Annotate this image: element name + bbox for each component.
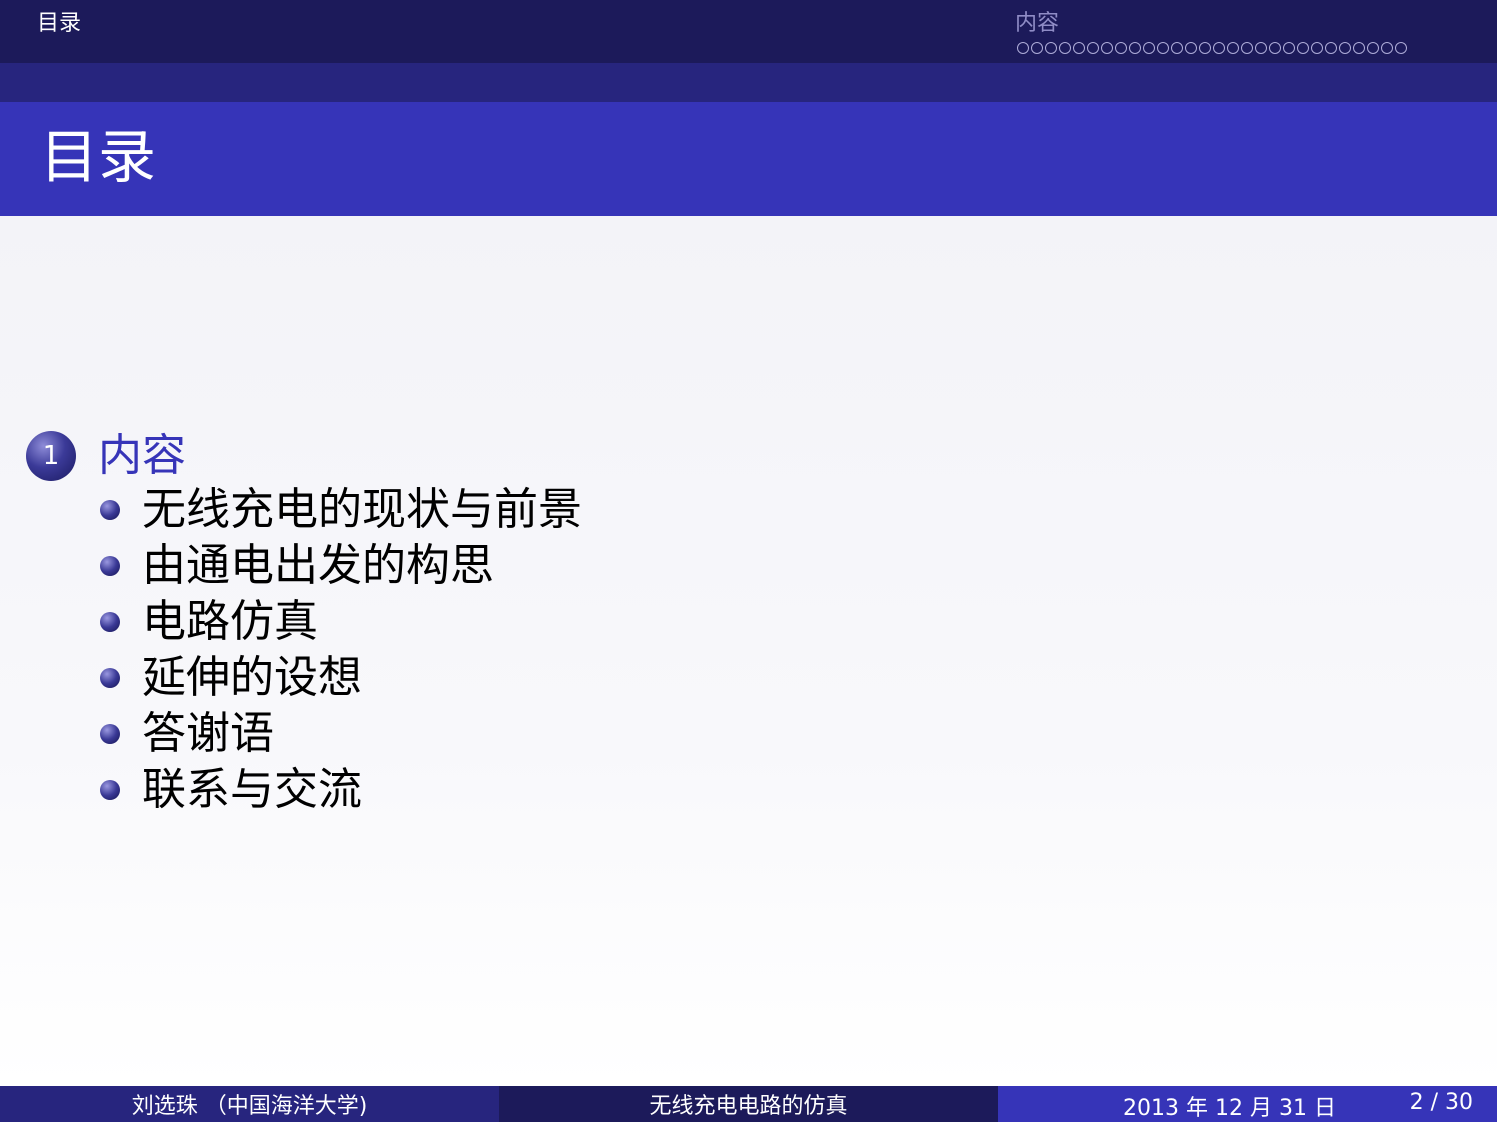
subsection-label[interactable]: 无线充电的现状与前景 (142, 488, 582, 532)
headline-bar: 目录 内容 (0, 0, 1497, 63)
subsection-label[interactable]: 答谢语 (142, 712, 274, 756)
mini-frame-icon[interactable] (1129, 42, 1141, 54)
mini-frame-icon[interactable] (1367, 42, 1379, 54)
toc-subsection[interactable]: 联系与交流 (100, 762, 582, 818)
subsection-label[interactable]: 电路仿真 (142, 600, 318, 644)
ball-bullet-icon (100, 612, 120, 632)
mini-frame-icon[interactable] (1185, 42, 1197, 54)
mini-frame-icon[interactable] (1031, 42, 1043, 54)
mini-frame-icon[interactable] (1017, 42, 1029, 54)
frame-title: 目录 (40, 123, 157, 191)
toc-subsection[interactable]: 由通电出发的构思 (100, 538, 582, 594)
subsection-label[interactable]: 联系与交流 (142, 768, 362, 812)
footer-page-number: 2 / 30 (1409, 1090, 1473, 1115)
mini-frame-icon[interactable] (1171, 42, 1183, 54)
ball-bullet-icon (100, 724, 120, 744)
header-section[interactable]: 内容 (1015, 5, 1059, 37)
footer-author: 刘选珠 （中国海洋大学) (0, 1086, 499, 1122)
toc-section[interactable]: 1 内容 (26, 428, 186, 484)
ball-bullet-icon (100, 556, 120, 576)
toc-subsections: 无线充电的现状与前景 由通电出发的构思 电路仿真 延伸的设想 答谢语 联系与交流 (100, 482, 582, 818)
mini-frame-icon[interactable] (1045, 42, 1057, 54)
mini-frame-icon[interactable] (1059, 42, 1071, 54)
section-number-ball: 1 (26, 431, 76, 481)
mini-frame-icon[interactable] (1115, 42, 1127, 54)
mini-frame-icon[interactable] (1311, 42, 1323, 54)
mini-frame-icon[interactable] (1227, 42, 1239, 54)
mini-frame-icon[interactable] (1339, 42, 1351, 54)
mini-frame-icon[interactable] (1143, 42, 1155, 54)
footer-title: 无线充电电路的仿真 (499, 1086, 998, 1122)
subsection-label[interactable]: 延伸的设想 (142, 656, 362, 700)
mini-frame-icon[interactable] (1101, 42, 1113, 54)
toc-subsection[interactable]: 无线充电的现状与前景 (100, 482, 582, 538)
mini-frame-icon[interactable] (1283, 42, 1295, 54)
mini-frame-icon[interactable] (1353, 42, 1365, 54)
mini-frame-icon[interactable] (1395, 42, 1407, 54)
ball-bullet-icon (100, 780, 120, 800)
ball-bullet-icon (100, 500, 120, 520)
mini-frame-icon[interactable] (1381, 42, 1393, 54)
mini-frame-icon[interactable] (1157, 42, 1169, 54)
mini-frame-icon[interactable] (1073, 42, 1085, 54)
mini-frame-icon[interactable] (1213, 42, 1225, 54)
mini-frame-icon[interactable] (1087, 42, 1099, 54)
toc-subsection[interactable]: 延伸的设想 (100, 650, 582, 706)
footline: 刘选珠 （中国海洋大学) 无线充电电路的仿真 2013 年 12 月 31 日 … (0, 1086, 1497, 1122)
mini-frame-icon[interactable] (1297, 42, 1309, 54)
footer-date: 2013 年 12 月 31 日 (1123, 1096, 1336, 1121)
frame-navigation (1017, 38, 1407, 58)
mini-frame-icon[interactable] (1269, 42, 1281, 54)
frame-title-bar (0, 102, 1497, 216)
toc-subsection[interactable]: 答谢语 (100, 706, 582, 762)
mini-frame-icon[interactable] (1241, 42, 1253, 54)
footer-right: 2013 年 12 月 31 日 2 / 30 (998, 1086, 1497, 1122)
mini-frame-icon[interactable] (1255, 42, 1267, 54)
subsection-label[interactable]: 由通电出发的构思 (142, 544, 494, 588)
subsection-bar (0, 63, 1497, 102)
mini-frame-icon[interactable] (1199, 42, 1211, 54)
toc-subsection[interactable]: 电路仿真 (100, 594, 582, 650)
ball-bullet-icon (100, 668, 120, 688)
header-title[interactable]: 目录 (37, 5, 81, 37)
mini-frame-icon[interactable] (1325, 42, 1337, 54)
section-label[interactable]: 内容 (98, 434, 186, 478)
